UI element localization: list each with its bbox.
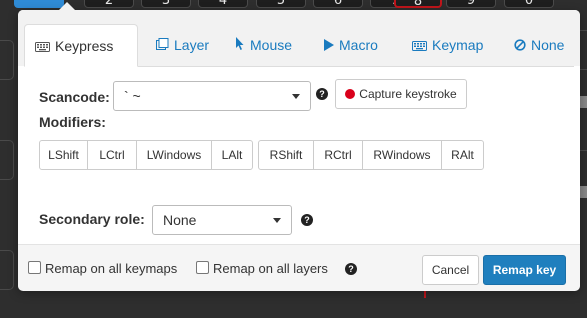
help-icon[interactable]: ? bbox=[301, 214, 313, 226]
remap-all-layers-option[interactable]: Remap on all layers bbox=[196, 261, 328, 276]
capture-keystroke-label: Capture keystroke bbox=[359, 87, 457, 101]
key-0[interactable]: 0 bbox=[504, 0, 554, 8]
remap-all-layers-checkbox[interactable] bbox=[196, 261, 209, 274]
key-4[interactable]: 4 bbox=[198, 0, 248, 8]
tab-keypress-label: Keypress bbox=[55, 38, 114, 54]
mouse-pointer-icon bbox=[235, 25, 245, 67]
key-edge-left bbox=[0, 40, 14, 80]
tab-mouse-label: Mouse bbox=[250, 37, 293, 53]
remap-all-layers-label: Remap on all layers bbox=[213, 261, 328, 276]
layer-icon bbox=[156, 25, 169, 67]
remap-key-button[interactable]: Remap key bbox=[483, 255, 566, 285]
tab-layer[interactable]: Layer bbox=[146, 24, 219, 66]
key-edge-left bbox=[0, 250, 14, 290]
key-selected[interactable] bbox=[14, 0, 64, 8]
modifier-rshift[interactable]: RShift bbox=[258, 140, 314, 170]
modifier-lctrl[interactable]: LCtrl bbox=[87, 140, 137, 170]
modifier-rctrl[interactable]: RCtrl bbox=[313, 140, 363, 170]
tab-none-label: None bbox=[531, 37, 565, 53]
tab-keymap[interactable]: Keymap bbox=[402, 24, 493, 66]
secondary-role-label: Secondary role: bbox=[39, 211, 145, 227]
chevron-down-icon bbox=[292, 94, 300, 99]
play-icon bbox=[324, 25, 334, 67]
key-action-popover: Keypress Layer Mouse Macro Keymap None S… bbox=[18, 2, 580, 291]
key-edge-right bbox=[579, 186, 587, 198]
scancode-select[interactable]: ` ~ bbox=[113, 81, 311, 111]
tab-none[interactable]: None bbox=[504, 24, 574, 66]
keyboard-icon bbox=[412, 25, 427, 67]
help-icon[interactable]: ? bbox=[316, 88, 328, 100]
modifier-lshift[interactable]: LShift bbox=[39, 140, 88, 170]
capture-keystroke-button[interactable]: Capture keystroke bbox=[335, 79, 467, 109]
tab-keymap-label: Keymap bbox=[432, 37, 484, 53]
remap-all-keymaps-option[interactable]: Remap on all keymaps bbox=[28, 261, 177, 276]
help-icon[interactable]: ? bbox=[345, 263, 357, 275]
key-6[interactable]: 6 bbox=[313, 0, 363, 8]
modifier-ralt[interactable]: RAlt bbox=[441, 140, 484, 170]
modifier-rwindows[interactable]: RWindows bbox=[362, 140, 442, 170]
chevron-down-icon bbox=[273, 218, 281, 223]
secondary-role-select[interactable]: None bbox=[152, 205, 292, 235]
modifiers-label: Modifiers: bbox=[39, 114, 106, 130]
tab-macro[interactable]: Macro bbox=[314, 24, 388, 66]
tabs-header: Keypress Layer Mouse Macro Keymap None bbox=[18, 2, 580, 67]
scancode-value: ` ~ bbox=[124, 88, 141, 104]
modifier-lwindows[interactable]: LWindows bbox=[136, 140, 212, 170]
ban-icon bbox=[514, 25, 526, 67]
key-8[interactable]: 8 bbox=[394, 0, 442, 9]
key-2[interactable]: 2 bbox=[84, 0, 134, 8]
modifier-lalt[interactable]: LAlt bbox=[211, 140, 253, 170]
key-5[interactable]: 5 bbox=[256, 0, 306, 8]
popover-footer: Remap on all keymaps Remap on all layers… bbox=[18, 244, 580, 291]
key-edge-left bbox=[0, 140, 14, 180]
popover-arrow bbox=[58, 2, 76, 11]
secondary-role-value: None bbox=[163, 212, 197, 228]
key-3[interactable]: 3 bbox=[141, 0, 191, 8]
key-9[interactable]: 9 bbox=[446, 0, 496, 8]
key-highlight-edge bbox=[424, 290, 426, 298]
cancel-button[interactable]: Cancel bbox=[422, 255, 479, 285]
record-dot-icon bbox=[345, 89, 356, 99]
remap-all-keymaps-checkbox[interactable] bbox=[28, 261, 41, 274]
remap-all-keymaps-label: Remap on all keymaps bbox=[45, 261, 178, 276]
tab-keypress[interactable]: Keypress bbox=[24, 24, 138, 67]
tab-layer-label: Layer bbox=[174, 37, 210, 53]
scancode-label: Scancode: bbox=[39, 89, 110, 105]
tab-mouse[interactable]: Mouse bbox=[225, 24, 302, 66]
keyboard-icon bbox=[35, 26, 50, 68]
tab-macro-label: Macro bbox=[339, 37, 378, 53]
key-edge-right bbox=[579, 96, 587, 108]
tab-bar: Keypress Layer Mouse Macro Keymap None bbox=[24, 24, 574, 67]
